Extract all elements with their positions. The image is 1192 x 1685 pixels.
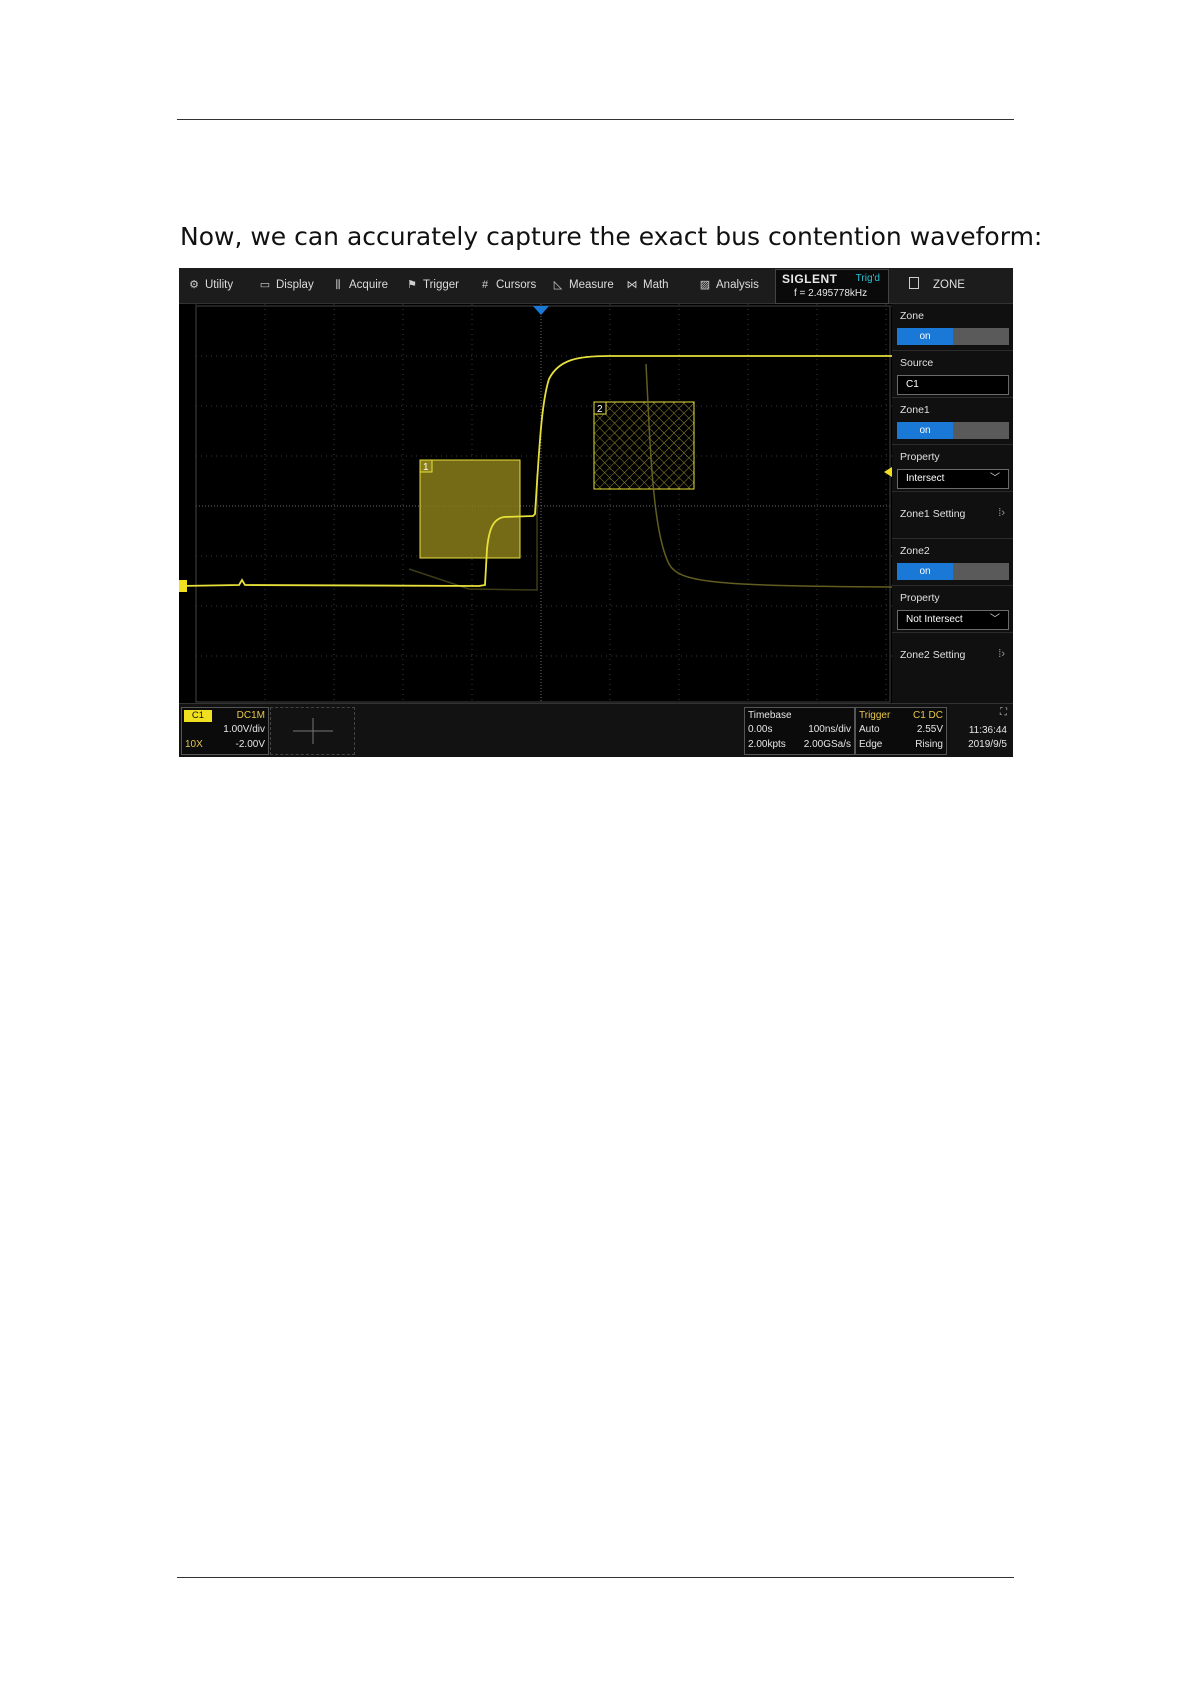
- trigger-status: Trig'd: [855, 273, 880, 284]
- channel1-trace: [179, 355, 892, 587]
- brand-logo: SIGLENT: [782, 272, 838, 286]
- chevron-right-icon: ⁞›: [998, 648, 1005, 660]
- zone-menu-title[interactable]: ZONE: [895, 268, 1013, 303]
- grid-border: [195, 305, 891, 703]
- grid-lines: [195, 304, 892, 703]
- zone2-setting-button[interactable]: Zone2 Setting ⁞›: [892, 633, 1013, 679]
- source-section: Source C1: [892, 351, 1013, 398]
- measure-icon: ◺: [553, 279, 563, 291]
- zone1-box: [419, 459, 521, 559]
- document-icon: [909, 277, 919, 289]
- analysis-icon: ▨: [699, 279, 711, 291]
- zone-side-panel: Zone on Source C1 Zone1 on Property Inte…: [892, 304, 1013, 703]
- property2-section: Property Not Intersect ﹀: [892, 586, 1013, 633]
- zone2-number: 2: [597, 404, 603, 415]
- gear-icon: ⚙: [189, 279, 199, 291]
- network-icon: ⛶: [1000, 707, 1007, 718]
- zone2-box: [593, 401, 695, 490]
- oscilloscope-screen: ⚙ Utility ▭ Display ⫼ Acquire ⚑ Trigger # Cur…: [179, 268, 1013, 757]
- zone-section: Zone on: [892, 304, 1013, 351]
- crosshair-icon: [293, 718, 333, 744]
- menu-trigger[interactable]: ⚑ Trigger: [405, 268, 459, 303]
- property1-select[interactable]: Intersect ﹀: [897, 469, 1009, 489]
- timebase-info[interactable]: Timebase 0.00s 100ns/div 2.00kpts 2.00GS…: [744, 707, 855, 755]
- zone2-section: Zone2 on: [892, 539, 1013, 586]
- frequency-readout: f = 2.495778kHz: [794, 288, 868, 299]
- flag-icon: ⚑: [407, 279, 417, 291]
- header-rule: [177, 119, 1014, 120]
- menu-cursors[interactable]: # Cursors: [478, 268, 536, 303]
- zone-toggle[interactable]: on: [897, 328, 1009, 345]
- menu-analysis[interactable]: ▨ Analysis: [698, 268, 759, 303]
- menu-acquire[interactable]: ⫼ Acquire: [331, 268, 388, 303]
- waveform-grid: 1 2: [179, 304, 892, 703]
- math-icon: ⋈: [626, 279, 638, 291]
- trigger-info[interactable]: Trigger C1 DC Auto 2.55V Edge Rising: [855, 707, 947, 755]
- zone2-toggle[interactable]: on: [897, 563, 1009, 580]
- property2-select[interactable]: Not Intersect ﹀: [897, 610, 1009, 630]
- hash-icon: #: [481, 279, 489, 291]
- grid-axes: [196, 304, 892, 703]
- channel1-tag: C1: [184, 710, 212, 722]
- channel1-info[interactable]: C1 DC1M 1.00V/div 10X -2.00V: [181, 707, 269, 755]
- footer-rule: [177, 1577, 1014, 1578]
- menu-bar: ⚙ Utility ▭ Display ⫼ Acquire ⚑ Trigger # Cur…: [179, 268, 1013, 304]
- chevron-down-icon: ﹀: [990, 473, 1000, 484]
- menu-utility[interactable]: ⚙ Utility: [187, 268, 233, 303]
- menu-display[interactable]: ▭ Display: [258, 268, 314, 303]
- monitor-icon: ▭: [259, 279, 271, 291]
- channel1-ground-marker: [179, 580, 187, 592]
- page-caption: Now, we can accurately capture the exact…: [180, 222, 1043, 251]
- menu-math[interactable]: ⋈ Math: [625, 268, 669, 303]
- trigger-level-marker: [884, 467, 892, 477]
- zone1-section: Zone1 on: [892, 398, 1013, 445]
- chevron-right-icon: ⁞›: [998, 507, 1005, 519]
- acquire-icon: ⫼: [335, 279, 341, 291]
- property1-section: Property Intersect ﹀: [892, 445, 1013, 492]
- trigger-position-marker: [533, 306, 549, 315]
- status-bar: C1 DC1M 1.00V/div 10X -2.00V Timebase 0.…: [179, 703, 1013, 757]
- zone1-number: 1: [423, 462, 429, 473]
- source-select[interactable]: C1: [897, 375, 1009, 395]
- status-box: SIGLENT Trig'd f = 2.495778kHz: [775, 269, 889, 304]
- zone1-toggle[interactable]: on: [897, 422, 1009, 439]
- add-channel-slot[interactable]: [270, 707, 355, 755]
- clock-info: ⛶ 11:36:44 2019/9/5: [968, 707, 1007, 750]
- zone1-setting-button[interactable]: Zone1 Setting ⁞›: [892, 492, 1013, 539]
- chevron-down-icon: ﹀: [990, 614, 1000, 625]
- menu-measure[interactable]: ◺ Measure: [551, 268, 614, 303]
